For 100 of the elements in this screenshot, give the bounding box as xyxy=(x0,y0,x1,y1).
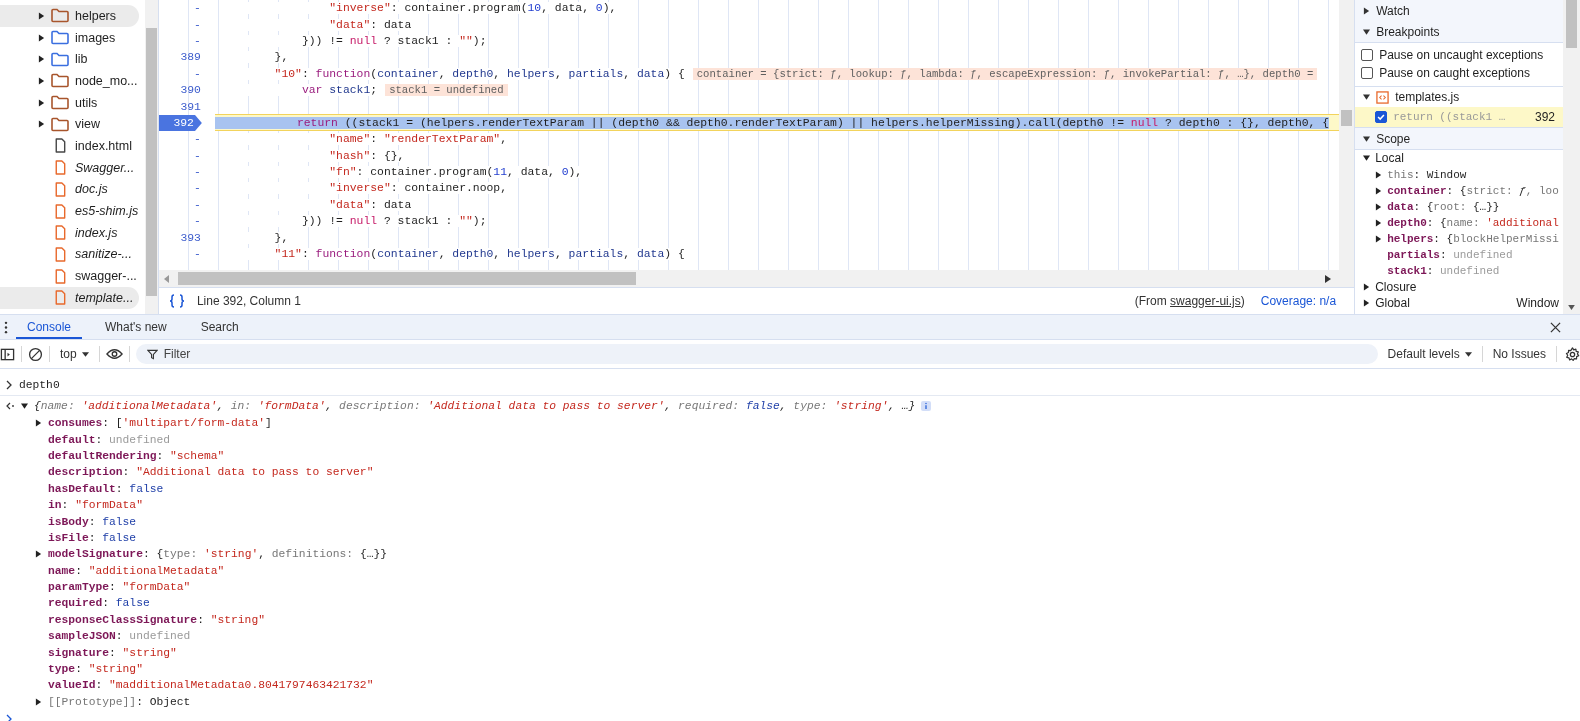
checkbox-label[interactable]: Pause on caught exceptions xyxy=(1379,66,1530,80)
object-property: modelSignature: {type: 'string', definitions: {…}} xyxy=(48,548,387,561)
caret-icon[interactable] xyxy=(1362,93,1371,101)
caret-icon[interactable] xyxy=(1363,299,1371,308)
cursor-position: Line 392, Column 1 xyxy=(196,294,302,309)
file-tree-item[interactable]: Swagger... xyxy=(0,156,139,179)
console-tab[interactable]: Console xyxy=(16,317,83,339)
caret-icon[interactable] xyxy=(1363,282,1371,291)
file-tree-item[interactable]: es5-shim.js xyxy=(0,200,139,222)
file-tree-item[interactable]: doc.js xyxy=(0,178,139,201)
breakpoint-line: 392 xyxy=(1535,110,1555,124)
checkbox-label[interactable]: Pause on uncaught exceptions xyxy=(1379,48,1544,62)
object-property: signature: "string" xyxy=(48,646,177,659)
caret-icon[interactable] xyxy=(38,98,45,107)
prompt-icon xyxy=(6,380,12,390)
object-property: consumes: ['multipart/form-data'] xyxy=(48,417,272,430)
scope-variable[interactable]: depth0: {name: 'additional xyxy=(1387,216,1559,229)
line-number: - xyxy=(193,2,202,15)
object-summary[interactable]: {name: 'additionalMetadata', in: 'formData', description: 'Additional data to pass to server', required: false, type: 'string', …} xyxy=(34,399,916,412)
caret-icon[interactable] xyxy=(38,76,45,85)
checkbox[interactable] xyxy=(1361,67,1374,79)
object-property: sampleJSON: undefined xyxy=(48,630,191,643)
breakpoint-file[interactable]: templates.js xyxy=(1355,87,1563,107)
caret-icon[interactable] xyxy=(35,697,42,706)
caret-icon[interactable] xyxy=(1375,218,1383,227)
section-header[interactable]: Watch xyxy=(1355,0,1563,21)
coverage-link[interactable]: Coverage: n/a xyxy=(1260,294,1337,309)
file-tree-item[interactable]: sanitize-... xyxy=(0,243,139,266)
more-options-icon[interactable] xyxy=(4,320,8,334)
source-link[interactable]: swagger-ui.js xyxy=(1170,294,1241,309)
clear-console-icon[interactable] xyxy=(28,346,43,362)
caret-icon[interactable] xyxy=(1362,154,1371,162)
checkbox[interactable] xyxy=(1361,49,1374,61)
file-tree-item[interactable]: utils xyxy=(0,91,139,114)
caret-icon[interactable] xyxy=(38,55,45,64)
settings-icon[interactable] xyxy=(1565,346,1580,362)
caret-icon[interactable] xyxy=(1363,6,1371,15)
file-tree-item[interactable]: view xyxy=(0,113,139,136)
console-tab[interactable]: What's new xyxy=(94,317,178,339)
breakpoint-code: return ((stack1 … xyxy=(1393,111,1507,123)
scope-variable[interactable]: data: {root: {…}} xyxy=(1387,200,1500,213)
info-icon[interactable] xyxy=(921,400,932,411)
section-header[interactable]: Scope xyxy=(1355,128,1563,150)
checkbox[interactable] xyxy=(1375,111,1388,123)
file-tree-item[interactable]: helpers xyxy=(0,5,139,27)
script-file-icon xyxy=(1376,90,1390,104)
close-icon[interactable] xyxy=(1550,321,1561,333)
issues-button[interactable]: No Issues xyxy=(1488,347,1550,361)
caret-icon[interactable] xyxy=(35,550,42,559)
scroll-arrow-icon[interactable] xyxy=(1568,305,1575,310)
object-property: defaultRendering: "schema" xyxy=(48,449,225,462)
object-property: description: "Additional data to pass to server" xyxy=(48,466,374,479)
scope-variable[interactable]: this: Window xyxy=(1387,168,1467,181)
file-tree-item[interactable]: swagger-... xyxy=(0,265,139,287)
scrollbar[interactable] xyxy=(158,270,1340,288)
eye-icon[interactable] xyxy=(105,348,123,360)
context-dropdown[interactable]: top xyxy=(56,347,93,361)
scope-variable[interactable]: partials: undefined xyxy=(1387,248,1513,261)
scrollbar[interactable] xyxy=(1339,0,1355,288)
caret-icon[interactable] xyxy=(38,33,45,42)
object-property: isFile: false xyxy=(48,531,137,544)
caret-down-icon xyxy=(81,351,89,357)
caret-icon[interactable] xyxy=(1375,234,1383,243)
console-tab[interactable]: Search xyxy=(189,317,250,339)
caret-icon[interactable] xyxy=(1362,135,1371,142)
caret-icon[interactable] xyxy=(1362,28,1371,35)
file-tree-item[interactable]: index.js xyxy=(0,221,139,244)
log-levels-dropdown[interactable]: Default levels xyxy=(1383,347,1476,361)
file-tree-item[interactable]: images xyxy=(0,26,139,49)
sidebar-toggle-icon[interactable] xyxy=(0,346,15,362)
file-tree-item[interactable]: index.html xyxy=(0,135,139,157)
scope-variable[interactable]: container: {strict: ƒ, loo xyxy=(1387,184,1559,197)
scrollbar[interactable] xyxy=(1563,0,1580,314)
command-text: depth0 xyxy=(19,379,60,391)
braces-icon[interactable] xyxy=(168,294,185,309)
prompt-icon[interactable] xyxy=(6,714,12,721)
scrollbar[interactable] xyxy=(144,0,158,314)
caret-icon[interactable] xyxy=(1375,202,1383,211)
file-tree-item[interactable]: node_mo... xyxy=(0,70,139,92)
scope-name[interactable]: Global xyxy=(1375,296,1512,311)
caret-icon[interactable] xyxy=(20,402,29,409)
caret-icon[interactable] xyxy=(35,419,42,428)
scope-name[interactable]: Closure xyxy=(1375,279,1563,294)
breakpoint-entry[interactable]: return ((stack1 … 392 xyxy=(1355,107,1563,127)
caret-icon[interactable] xyxy=(1375,170,1383,179)
filter-field[interactable]: Filter xyxy=(135,344,1378,364)
line-number: - xyxy=(193,149,202,162)
source-info: (From swagger-ui.js) xyxy=(1134,294,1245,309)
file-tree-item[interactable]: template... xyxy=(0,286,139,309)
breakpoint-marker[interactable]: 392 xyxy=(158,114,202,131)
scope-variable[interactable]: helpers: {blockHelperMissi xyxy=(1387,232,1559,245)
caret-icon[interactable] xyxy=(38,120,45,129)
scope-variable[interactable]: stack1: undefined xyxy=(1387,264,1500,277)
section-header[interactable]: Breakpoints xyxy=(1355,21,1563,43)
file-tree-item[interactable]: lib xyxy=(0,48,139,71)
caret-icon[interactable] xyxy=(38,11,45,20)
caret-icon[interactable] xyxy=(1375,186,1383,195)
scroll-arrow-icon[interactable] xyxy=(1325,274,1332,283)
scope-name[interactable]: Local xyxy=(1375,151,1563,166)
scrollbar-thumb[interactable] xyxy=(1566,0,1577,48)
